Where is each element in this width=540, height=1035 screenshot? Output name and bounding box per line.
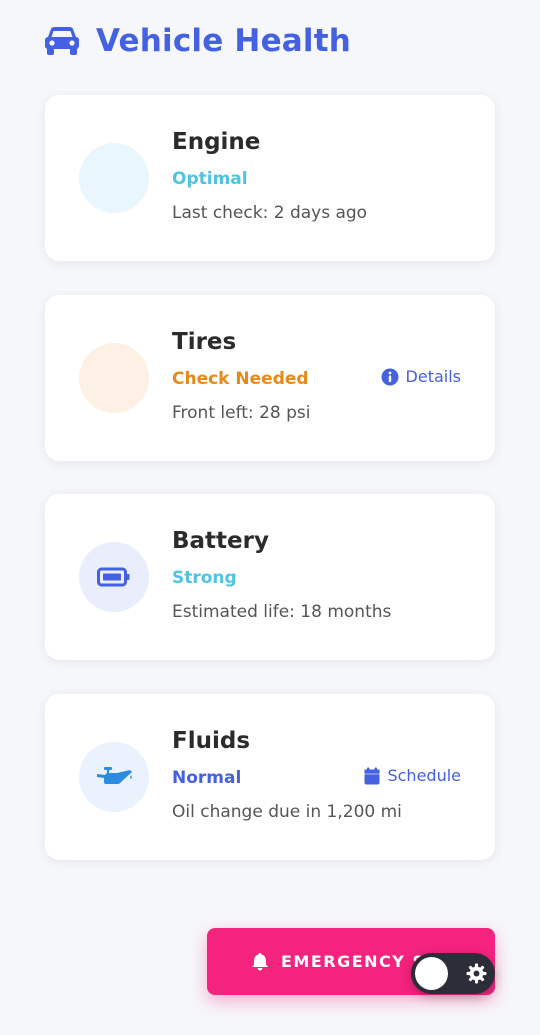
gear-icon [466, 963, 487, 984]
card-title: Fluids [172, 728, 251, 754]
tires-card[interactable]: Tires Check Needed Front left: 28 psi De… [45, 295, 495, 461]
engine-icon [79, 143, 149, 213]
calendar-icon [364, 767, 380, 784]
status-text: Normal [172, 768, 242, 788]
page-title: Vehicle Health [96, 23, 352, 59]
engine-card[interactable]: Engine Optimal Last check: 2 days ago [45, 95, 495, 261]
car-icon [45, 27, 79, 55]
oil-can-icon [97, 767, 132, 784]
battery-card[interactable]: Battery Strong Estimated life: 18 months [45, 494, 495, 660]
settings-toggle[interactable] [411, 953, 495, 994]
schedule-label: Schedule [387, 766, 461, 785]
detail-text: Front left: 28 psi [172, 403, 311, 423]
emergency-label: EMERGENCY S [281, 952, 426, 971]
status-text: Check Needed [172, 369, 309, 389]
oil-icon-circle [79, 742, 149, 812]
toggle-knob [415, 957, 448, 990]
battery-icon [97, 567, 130, 587]
bell-icon [252, 953, 268, 971]
detail-text: Last check: 2 days ago [172, 203, 368, 223]
card-title: Battery [172, 528, 269, 554]
status-text: Strong [172, 568, 237, 588]
card-title: Tires [172, 329, 237, 355]
page-header: Vehicle Health [44, 20, 351, 62]
tire-icon [79, 343, 149, 413]
battery-icon-circle [79, 542, 149, 612]
status-text: Optimal [172, 169, 248, 189]
vehicle-health-screen: Vehicle Health Engine Optimal Last check… [0, 0, 540, 1035]
info-icon [381, 368, 399, 385]
detail-text: Oil change due in 1,200 mi [172, 802, 402, 822]
card-title: Engine [172, 129, 261, 155]
details-label: Details [405, 367, 461, 386]
fluids-card[interactable]: Fluids Normal Oil change due in 1,200 mi… [45, 694, 495, 860]
schedule-button[interactable]: Schedule [364, 766, 461, 785]
detail-text: Estimated life: 18 months [172, 602, 392, 622]
details-button[interactable]: Details [381, 367, 461, 386]
